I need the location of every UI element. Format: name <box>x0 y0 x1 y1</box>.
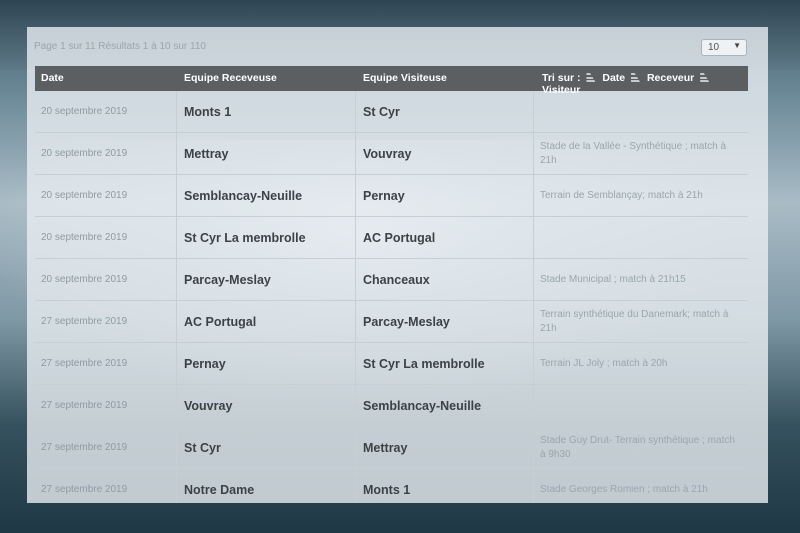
table-row: 27 septembre 2019 Vouvray Semblancay-Neu… <box>35 385 748 427</box>
home-team: Pernay <box>177 343 356 384</box>
fixtures-table-body: 20 septembre 2019 Monts 1 St Cyr 20 sept… <box>35 91 748 503</box>
header-date: Date <box>41 72 64 84</box>
results-per-page-select[interactable]: 10 ▼ <box>701 39 747 56</box>
table-header: Date Equipe Receveuse Equipe Visiteuse T… <box>35 66 748 96</box>
away-team: Pernay <box>356 175 534 216</box>
match-date: 27 septembre 2019 <box>35 469 177 503</box>
match-date: 20 septembre 2019 <box>35 91 177 132</box>
table-row: 20 septembre 2019 Parcay-Meslay Chanceau… <box>35 259 748 301</box>
header-away-team: Equipe Visiteuse <box>363 72 447 84</box>
match-info <box>534 385 748 426</box>
table-row: 20 septembre 2019 Semblancay-Neuille Per… <box>35 175 748 217</box>
home-team: Monts 1 <box>177 91 356 132</box>
home-team: Parcay-Meslay <box>177 259 356 300</box>
match-info: Stade Guy Drut- Terrain synthétique ; ma… <box>540 434 735 460</box>
home-team: AC Portugal <box>177 301 356 342</box>
sort-icon <box>700 73 710 82</box>
match-date: 27 septembre 2019 <box>35 301 177 342</box>
table-row: 27 septembre 2019 AC Portugal Parcay-Mes… <box>35 301 748 343</box>
match-info: Terrain de Semblançay; match à 21h <box>540 189 703 201</box>
results-per-page-value: 10 <box>708 42 720 53</box>
match-date: 27 septembre 2019 <box>35 427 177 468</box>
sort-label: Tri sur : <box>542 72 581 84</box>
match-date: 20 septembre 2019 <box>35 133 177 174</box>
match-date: 20 septembre 2019 <box>35 175 177 216</box>
home-team: St Cyr <box>177 427 356 468</box>
away-team: Vouvray <box>356 133 534 174</box>
home-team: Semblancay-Neuille <box>177 175 356 216</box>
table-row: 20 septembre 2019 St Cyr La membrolle AC… <box>35 217 748 259</box>
sort-by-home-link[interactable]: Receveur <box>647 72 694 84</box>
chevron-down-icon: ▼ <box>733 41 741 50</box>
away-team: St Cyr La membrolle <box>356 343 534 384</box>
match-date: 20 septembre 2019 <box>35 217 177 258</box>
sort-icon <box>586 73 596 82</box>
table-row: 27 septembre 2019 St Cyr Mettray Stade G… <box>35 427 748 469</box>
match-info <box>534 91 748 132</box>
away-team: Parcay-Meslay <box>356 301 534 342</box>
away-team: Mettray <box>356 427 534 468</box>
home-team: Vouvray <box>177 385 356 426</box>
match-info: Stade Georges Romien ; match à 21h <box>540 483 708 495</box>
match-info: Stade de la Vallée - Synthétique ; match… <box>540 140 727 166</box>
match-info <box>534 217 748 258</box>
pagination-info: Page 1 sur 11 Résultats 1 à 10 sur 110 <box>34 41 206 52</box>
away-team: St Cyr <box>356 91 534 132</box>
home-team: St Cyr La membrolle <box>177 217 356 258</box>
match-date: 27 septembre 2019 <box>35 385 177 426</box>
away-team: Semblancay-Neuille <box>356 385 534 426</box>
away-team: Chanceaux <box>356 259 534 300</box>
sort-icon <box>631 73 641 82</box>
match-date: 27 septembre 2019 <box>35 343 177 384</box>
match-info: Terrain synthétique du Danemark; match à… <box>540 308 729 334</box>
home-team: Mettray <box>177 133 356 174</box>
sort-by-date-link[interactable]: Date <box>602 72 625 84</box>
match-date: 20 septembre 2019 <box>35 259 177 300</box>
match-info: Terrain JL Joly ; match à 20h <box>540 357 668 369</box>
away-team: Monts 1 <box>356 469 534 503</box>
table-row: 27 septembre 2019 Notre Dame Monts 1 Sta… <box>35 469 748 503</box>
table-row: 27 septembre 2019 Pernay St Cyr La membr… <box>35 343 748 385</box>
table-row: 20 septembre 2019 Monts 1 St Cyr <box>35 91 748 133</box>
away-team: AC Portugal <box>356 217 534 258</box>
table-row: 20 septembre 2019 Mettray Vouvray Stade … <box>35 133 748 175</box>
header-home-team: Equipe Receveuse <box>184 72 277 84</box>
home-team: Notre Dame <box>177 469 356 503</box>
fixtures-panel: Page 1 sur 11 Résultats 1 à 10 sur 110 1… <box>27 27 768 503</box>
match-info: Stade Municipal ; match à 21h15 <box>540 273 686 285</box>
